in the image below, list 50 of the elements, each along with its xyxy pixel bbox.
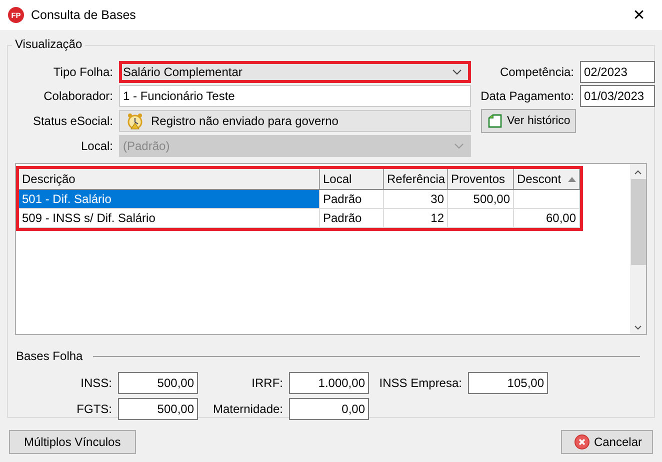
group-title: Visualização bbox=[12, 37, 86, 51]
field-label: Status eSocial: bbox=[32, 114, 113, 128]
column-header[interactable]: Local bbox=[320, 169, 384, 189]
input-field[interactable]: 02/2023 bbox=[580, 61, 655, 83]
input-field[interactable]: 500,00 bbox=[118, 372, 198, 394]
field-label: IRRF: bbox=[250, 376, 283, 390]
table-cell: 60,00 bbox=[546, 211, 576, 225]
field-label: INSS Empresa: bbox=[378, 376, 462, 390]
cancel-button[interactable]: Cancelar bbox=[560, 430, 653, 454]
table-cell: Padrão bbox=[323, 211, 362, 225]
chevron-down-icon bbox=[452, 69, 462, 75]
column-header[interactable]: Proventos bbox=[448, 169, 514, 189]
status-field: Registro não enviado para governo bbox=[119, 110, 471, 132]
table-row[interactable]: 509 - INSS s/ Dif. Salário Padrão 12 60,00 bbox=[19, 209, 580, 228]
close-button[interactable]: ✕ bbox=[616, 0, 662, 30]
input-field[interactable]: 1.000,00 bbox=[289, 372, 369, 394]
table-cell: 509 - INSS s/ Dif. Salário bbox=[22, 211, 156, 225]
history-button[interactable]: Ver histórico bbox=[481, 109, 576, 133]
input-field[interactable]: 105,00 bbox=[468, 372, 548, 394]
field-label: Local: bbox=[80, 139, 113, 153]
table-cell: 30 bbox=[430, 192, 444, 206]
input-field[interactable]: 1 - Funcionário Teste bbox=[119, 85, 471, 107]
chevron-down-icon bbox=[454, 143, 464, 149]
column-header[interactable]: Referência bbox=[384, 169, 448, 189]
field-label: Data Pagamento: bbox=[480, 89, 574, 103]
multiple-links-button[interactable]: Múltiplos Vínculos bbox=[9, 430, 136, 454]
field-label: Maternidade: bbox=[212, 402, 283, 416]
table-cell: Padrão bbox=[323, 192, 362, 206]
cancel-icon bbox=[574, 434, 590, 450]
alarm-clock-icon bbox=[126, 112, 144, 130]
document-icon bbox=[487, 113, 503, 129]
input-field[interactable]: 01/03/2023 bbox=[580, 85, 655, 107]
field-label: INSS: bbox=[80, 376, 112, 390]
field-label: FGTS: bbox=[76, 402, 112, 416]
input-field[interactable]: 500,00 bbox=[118, 398, 198, 420]
window-title: Consulta de Bases bbox=[31, 8, 137, 22]
input-field[interactable]: 0,00 bbox=[289, 398, 369, 420]
field-label: Competência: bbox=[498, 65, 574, 79]
dropdown[interactable]: Salário Complementar bbox=[119, 61, 471, 83]
field-label: Tipo Folha: bbox=[52, 65, 113, 79]
field-label: Colaborador: bbox=[42, 89, 113, 103]
scroll-up-icon[interactable] bbox=[634, 170, 642, 175]
column-header[interactable]: Descont bbox=[514, 169, 580, 189]
section-title: Bases Folha bbox=[16, 349, 83, 363]
scrollbar[interactable] bbox=[630, 164, 646, 334]
table-cell: 500,00 bbox=[473, 192, 510, 206]
table-cell: 12 bbox=[430, 211, 444, 225]
column-header[interactable]: Descrição bbox=[19, 169, 320, 189]
table-cell: 501 - Dif. Salário bbox=[22, 192, 112, 206]
scroll-down-icon[interactable] bbox=[634, 325, 642, 330]
